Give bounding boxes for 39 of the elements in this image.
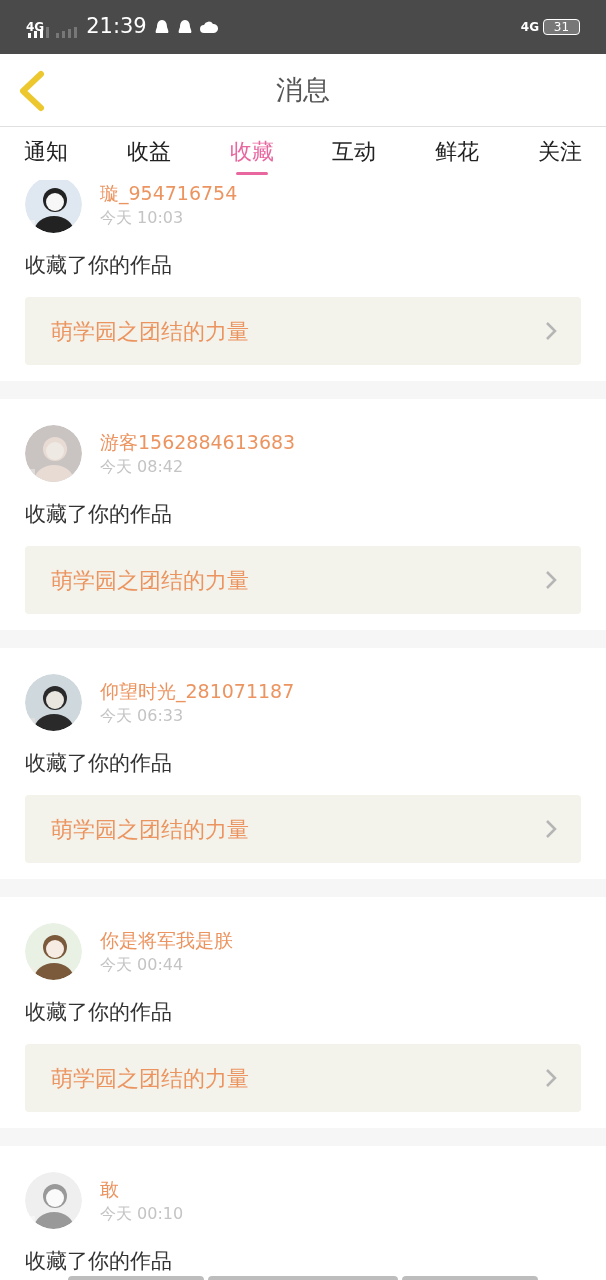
user-name[interactable]: 敢 <box>100 1175 184 1202</box>
work-title: 萌学园之团结的力量 <box>51 1064 249 1093</box>
tab[interactable]: 通知 <box>24 137 68 167</box>
tab[interactable]: 鲜花 <box>435 137 480 167</box>
work-card[interactable]: 萌学园之团结的力量 <box>25 1044 581 1112</box>
page-title: 消息 <box>276 72 330 107</box>
user-name[interactable]: 你是将军我是朕 <box>100 926 233 953</box>
work-card[interactable]: 萌学园之团结的力量 <box>25 546 581 614</box>
message-time: 今天 10:03 <box>100 206 185 229</box>
tab-indicator <box>235 172 268 175</box>
user-name[interactable]: 游客1562884613683 <box>100 428 296 455</box>
tab[interactable]: 互动 <box>332 137 377 167</box>
message-text: 收藏了你的作品 <box>25 750 172 777</box>
clock-time: 21:39 <box>86 13 147 41</box>
work-title: 萌学园之团结的力量 <box>51 566 249 595</box>
work-title: 萌学园之团结的力量 <box>51 815 249 844</box>
cloud-icon <box>199 21 218 33</box>
work-card[interactable]: 萌学园之团结的力量 <box>25 795 581 863</box>
user-name[interactable]: 仰望时光_281071187 <box>100 677 295 704</box>
message-time: 今天 00:44 <box>100 953 185 976</box>
work-card[interactable]: 萌学园之团结的力量 <box>25 297 581 365</box>
message-text: 收藏了你的作品 <box>25 501 172 528</box>
message-text: 收藏了你的作品 <box>25 999 172 1026</box>
tab[interactable]: 收藏 <box>229 137 274 167</box>
tab[interactable]: 关注 <box>538 137 582 167</box>
chevron-right-icon <box>545 570 557 590</box>
work-title: 萌学园之团结的力量 <box>51 317 249 346</box>
chevron-right-icon <box>545 321 557 341</box>
message-time: 今天 00:10 <box>100 1202 184 1225</box>
message-time: 今天 08:42 <box>100 455 185 478</box>
tab[interactable]: 收益 <box>126 137 171 167</box>
user-name[interactable]: 璇_954716754 <box>100 180 238 206</box>
network-type: 4G <box>520 19 539 36</box>
chevron-right-icon <box>545 1068 557 1088</box>
chevron-right-icon <box>545 819 557 839</box>
message-text: 收藏了你的作品 <box>25 1248 172 1275</box>
message-time: 今天 06:33 <box>100 704 185 727</box>
message-text: 收藏了你的作品 <box>25 252 172 279</box>
battery-icon: 31 <box>543 19 580 35</box>
